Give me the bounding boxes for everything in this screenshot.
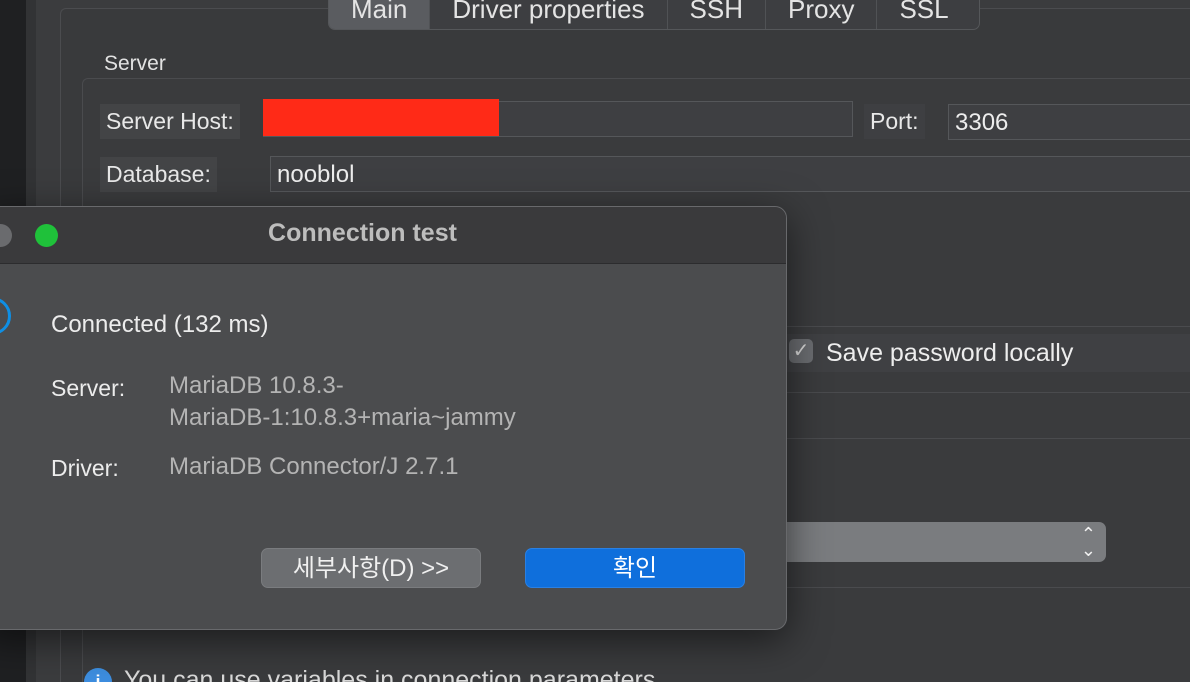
ok-button[interactable]: 확인 xyxy=(525,548,745,588)
divider xyxy=(786,392,1190,393)
tab-ssh[interactable]: SSH xyxy=(668,0,766,29)
dialog-titlebar: Connection test xyxy=(0,207,786,264)
database-input[interactable]: nooblol xyxy=(270,156,1190,192)
screen: Main Driver properties SSH Proxy SSL Ser… xyxy=(0,0,1190,682)
port-input[interactable]: 3306 xyxy=(948,104,1190,140)
tab-bar: Main Driver properties SSH Proxy SSL xyxy=(328,0,980,30)
dialog-title: Connection test xyxy=(268,219,457,247)
redacted-host-block xyxy=(263,99,499,136)
details-button[interactable]: 세부사항(D) >> xyxy=(261,548,481,588)
divider xyxy=(786,326,1190,327)
save-password-checkbox[interactable]: ✓ xyxy=(789,339,813,363)
database-label: Database: xyxy=(100,157,217,192)
updown-chevron-icon: ⌃ ⌄ xyxy=(1080,524,1096,560)
info-status-icon xyxy=(0,297,11,335)
dropdown-select[interactable]: ⌃ ⌄ xyxy=(780,522,1106,562)
connection-status: Connected (132 ms) xyxy=(51,311,269,338)
save-password-label: Save password locally xyxy=(826,339,1074,367)
server-version-line-2: MariaDB-1:10.8.3+maria~jammy xyxy=(169,404,516,431)
tab-proxy[interactable]: Proxy xyxy=(766,0,878,29)
server-version-line-1: MariaDB 10.8.3- xyxy=(169,372,344,399)
server-group-title: Server xyxy=(104,52,166,75)
tab-main[interactable]: Main xyxy=(329,0,431,29)
server-info-label: Server: xyxy=(51,375,126,401)
port-label: Port: xyxy=(864,104,925,139)
connection-test-dialog: Connection test Connected (132 ms) Serve… xyxy=(0,206,787,630)
divider xyxy=(786,438,1190,439)
variables-hint-text: You can use variables in connection para… xyxy=(124,666,656,682)
server-info-value: MariaDB 10.8.3- MariaDB-1:10.8.3+maria~j… xyxy=(169,370,516,434)
tab-driver-properties[interactable]: Driver properties xyxy=(430,0,668,29)
driver-info-label: Driver: xyxy=(51,455,119,481)
server-host-label: Server Host: xyxy=(100,104,240,139)
driver-info-value: MariaDB Connector/J 2.7.1 xyxy=(169,453,459,480)
divider xyxy=(786,587,1190,588)
tab-ssl[interactable]: SSL xyxy=(877,0,978,29)
